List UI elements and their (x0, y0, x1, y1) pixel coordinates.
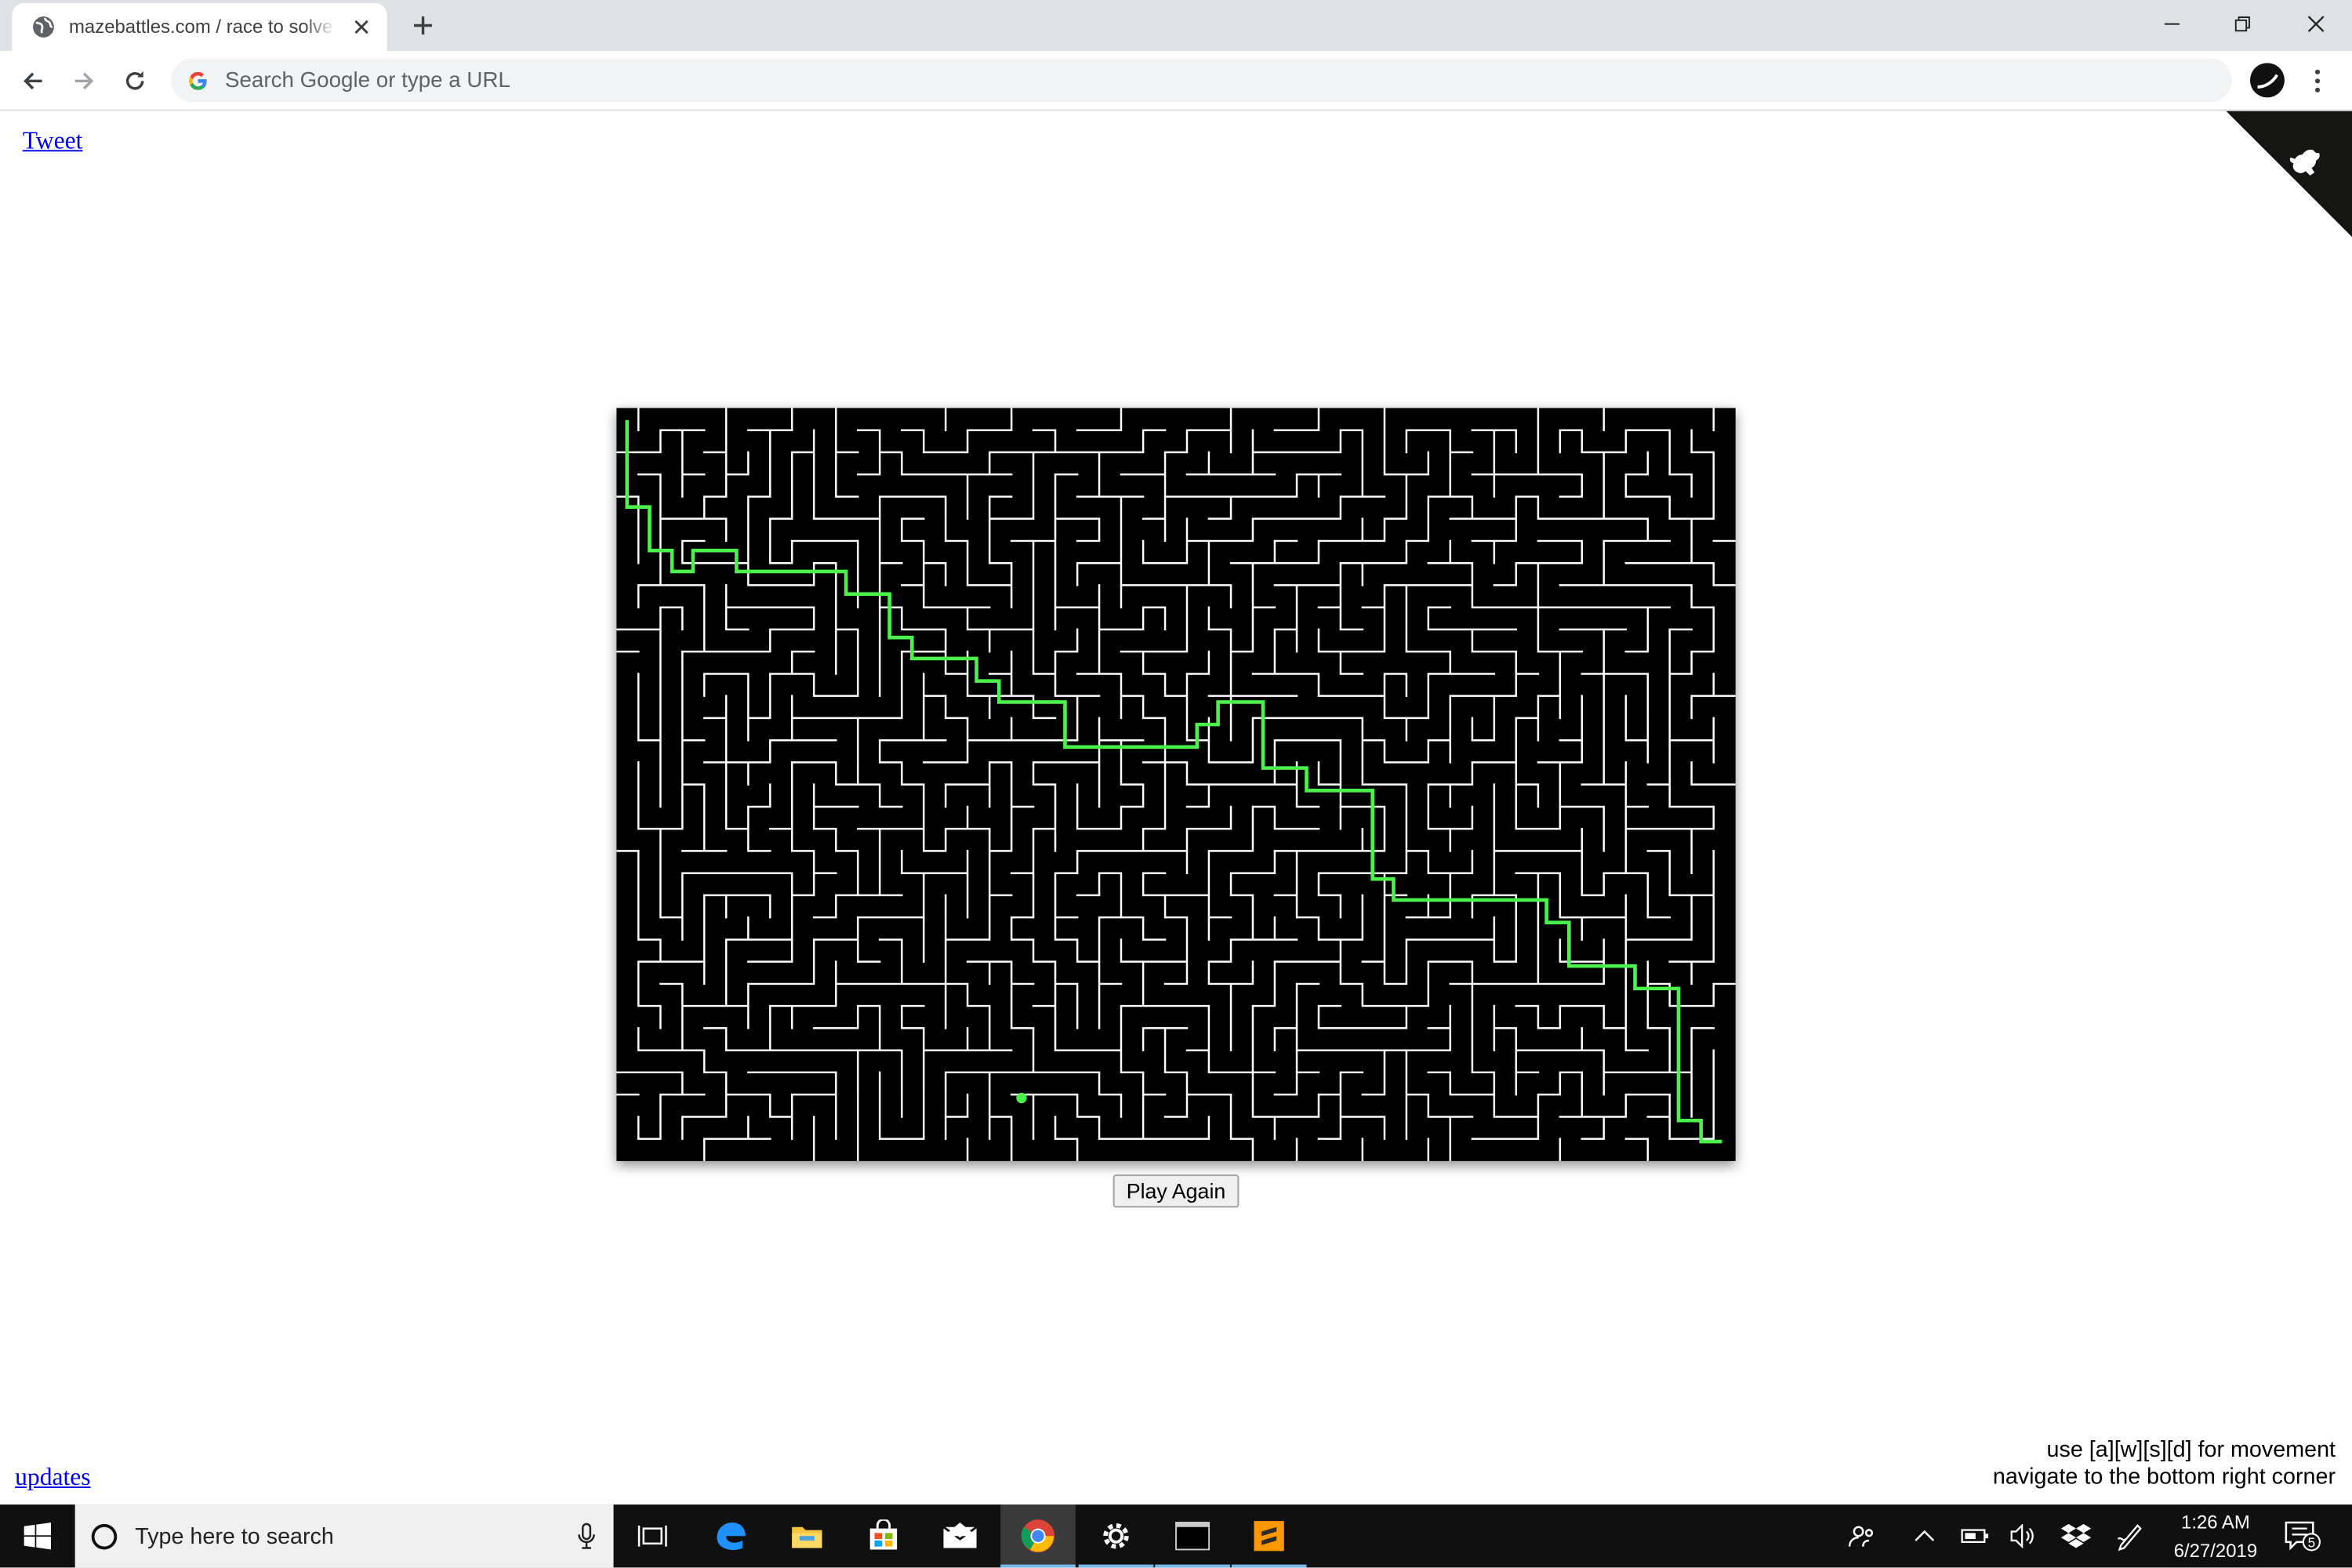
google-g-icon (186, 68, 210, 93)
taskbar-search[interactable]: Type here to search (74, 1504, 614, 1568)
tab-title: mazebattles.com / race to solve mazes (69, 16, 336, 38)
back-icon[interactable] (15, 63, 51, 99)
pen-icon[interactable] (2112, 1504, 2148, 1567)
maze-wall-lines (616, 408, 1736, 1161)
taskbar: Type here to search 1:26 AM 6/27/2019 5 (0, 1504, 2352, 1568)
clock-date: 6/27/2019 (2173, 1540, 2258, 1562)
settings-icon[interactable] (1078, 1504, 1154, 1568)
chevron-up-icon[interactable] (1908, 1504, 1941, 1567)
action-center-icon[interactable]: 5 (2280, 1504, 2325, 1567)
globe-icon (31, 15, 56, 39)
player-marker (1016, 1092, 1027, 1104)
volume-icon[interactable] (2007, 1504, 2040, 1567)
chrome-taskbar-icon[interactable] (1000, 1504, 1076, 1568)
microphone-icon[interactable] (578, 1523, 596, 1557)
taskbar-clock[interactable]: 1:26 AM 6/27/2019 (2155, 1509, 2275, 1566)
page-content: Tweet Play Again updates use [a][w][s][d… (0, 111, 2352, 1505)
minimize-icon[interactable] (2137, 0, 2206, 48)
play-again-button[interactable]: Play Again (1112, 1174, 1240, 1208)
task-view-icon[interactable] (615, 1504, 690, 1567)
battery-icon[interactable] (1958, 1504, 1994, 1567)
store-icon[interactable] (846, 1504, 921, 1567)
reload-icon[interactable] (117, 63, 153, 99)
forward-icon[interactable] (66, 63, 102, 99)
taskbar-search-placeholder: Type here to search (135, 1523, 334, 1549)
instructions-movement: use [a][w][s][d] for movement (2046, 1436, 2336, 1463)
omnibox-input[interactable] (222, 67, 2179, 94)
tab-strip: mazebattles.com / race to solve mazes (0, 0, 2352, 52)
edge-icon[interactable] (693, 1504, 768, 1567)
cortana-icon (91, 1523, 118, 1549)
maze-board[interactable] (616, 408, 1736, 1161)
file-explorer-icon[interactable] (770, 1504, 845, 1567)
tab-close-icon[interactable] (350, 15, 374, 39)
terminal-icon[interactable] (1155, 1504, 1230, 1568)
dropbox-icon[interactable] (2058, 1504, 2094, 1567)
github-corner-icon[interactable] (2226, 111, 2352, 238)
browser-tab[interactable]: mazebattles.com / race to solve mazes (12, 2, 387, 52)
mail-icon[interactable] (923, 1504, 998, 1567)
sublime-text-icon[interactable] (1231, 1504, 1307, 1568)
profile-avatar[interactable] (2249, 63, 2285, 98)
menu-kebab-icon[interactable] (2303, 63, 2332, 99)
notification-count: 5 (2308, 1535, 2316, 1551)
browser-toolbar (0, 51, 2352, 111)
updates-link[interactable]: updates (15, 1462, 90, 1492)
window-close-icon[interactable] (2281, 0, 2350, 48)
windows-start-icon[interactable] (0, 1504, 75, 1567)
tweet-link[interactable]: Tweet (23, 126, 83, 156)
instructions-goal: navigate to the bottom right corner (1992, 1463, 2336, 1489)
restore-icon[interactable] (2208, 0, 2277, 48)
address-bar[interactable] (171, 58, 2232, 103)
new-tab-icon[interactable] (408, 10, 437, 40)
clock-time: 1:26 AM (2181, 1512, 2250, 1534)
maze-canvas (616, 408, 1736, 1161)
people-icon[interactable] (1845, 1504, 1878, 1567)
instructions: use [a][w][s][d] for movement navigate t… (1993, 1437, 2336, 1490)
maze-walls (616, 408, 1736, 1161)
